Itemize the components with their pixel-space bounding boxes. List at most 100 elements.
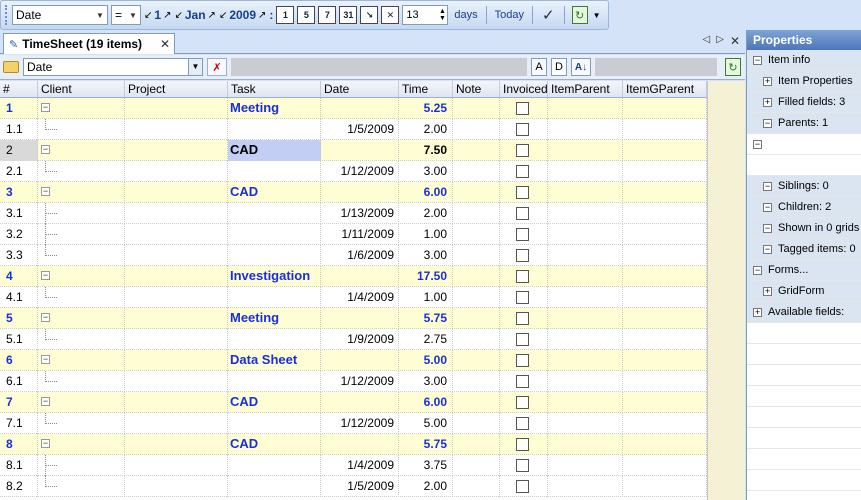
invoiced-cell[interactable]	[500, 476, 548, 497]
collapse-icon[interactable]: −	[41, 103, 50, 112]
filter-extra-field[interactable]	[595, 58, 717, 76]
range-7-days-button[interactable]: 7	[318, 6, 337, 24]
task-cell[interactable]: CAD	[228, 392, 321, 413]
task-cell[interactable]: Meeting	[228, 308, 321, 329]
year-stepper[interactable]: ↙ 2009 ↗	[219, 8, 266, 22]
date-cell[interactable]: 1/12/2009	[321, 371, 399, 392]
time-cell[interactable]: 3.00	[399, 371, 453, 392]
collapse-icon[interactable]: −	[763, 118, 772, 128]
num-cell[interactable]: 5.1	[0, 329, 38, 350]
note-cell[interactable]	[453, 329, 500, 350]
client-cell[interactable]	[38, 413, 125, 434]
num-cell[interactable]: 7	[0, 392, 38, 413]
task-cell[interactable]	[228, 371, 321, 392]
itemgparent-cell[interactable]	[623, 203, 707, 224]
table-row[interactable]: 2.1 1/12/2009 3.00	[0, 161, 707, 182]
table-row[interactable]: 8− CAD 5.75	[0, 434, 707, 455]
task-cell[interactable]	[228, 203, 321, 224]
task-cell[interactable]	[228, 455, 321, 476]
itemgparent-cell[interactable]	[623, 140, 707, 161]
invoiced-checkbox[interactable]	[516, 249, 529, 262]
apply-checkmark-icon[interactable]: ✓	[538, 6, 559, 24]
invoiced-checkbox[interactable]	[516, 375, 529, 388]
itemgparent-cell[interactable]	[623, 413, 707, 434]
note-cell[interactable]	[453, 371, 500, 392]
itemgparent-cell[interactable]	[623, 266, 707, 287]
client-cell[interactable]	[38, 224, 125, 245]
invoiced-cell[interactable]	[500, 161, 548, 182]
itemparent-cell[interactable]	[548, 434, 623, 455]
num-cell[interactable]: 8.2	[0, 476, 38, 497]
table-row[interactable]: 8.1 1/4/2009 3.75	[0, 455, 707, 476]
collapse-icon[interactable]: −	[41, 187, 50, 196]
close-icon[interactable]: ✕	[730, 34, 740, 48]
itemgparent-cell[interactable]	[623, 98, 707, 119]
project-cell[interactable]	[125, 455, 228, 476]
day-stepper[interactable]: ↙ 1 ↗	[144, 8, 171, 22]
note-cell[interactable]	[453, 392, 500, 413]
collapse-icon[interactable]: −	[41, 145, 50, 154]
itemparent-cell[interactable]	[548, 455, 623, 476]
operator-combo[interactable]: = ▼	[111, 5, 141, 25]
date-cell[interactable]	[321, 350, 399, 371]
today-button[interactable]: Today	[492, 9, 527, 21]
client-cell[interactable]	[38, 371, 125, 392]
project-cell[interactable]	[125, 98, 228, 119]
table-row[interactable]: 3.2 1/11/2009 1.00	[0, 224, 707, 245]
num-cell[interactable]: 4	[0, 266, 38, 287]
col-date[interactable]: Date	[321, 81, 399, 97]
itemgparent-cell[interactable]	[623, 455, 707, 476]
invoiced-checkbox[interactable]	[516, 417, 529, 430]
invoiced-cell[interactable]	[500, 413, 548, 434]
time-cell[interactable]: 3.75	[399, 455, 453, 476]
collapse-icon[interactable]: −	[41, 271, 50, 280]
col-time[interactable]: Time	[399, 81, 453, 97]
note-cell[interactable]	[453, 308, 500, 329]
range-1-day-button[interactable]: 1	[276, 6, 295, 24]
table-row[interactable]: 5.1 1/9/2009 2.75	[0, 329, 707, 350]
table-row[interactable]: 7.1 1/12/2009 5.00	[0, 413, 707, 434]
task-cell[interactable]	[228, 119, 321, 140]
client-cell[interactable]: −	[38, 140, 125, 161]
expand-icon[interactable]: +	[763, 76, 772, 86]
tab-scroll-right-icon[interactable]: ▷	[716, 34, 724, 48]
property-item[interactable]: − Siblings: 0	[747, 176, 861, 197]
task-cell[interactable]	[228, 245, 321, 266]
time-cell[interactable]: 5.75	[399, 308, 453, 329]
itemparent-cell[interactable]	[548, 203, 623, 224]
table-row[interactable]: 4.1 1/4/2009 1.00	[0, 287, 707, 308]
toolbar-grip[interactable]	[5, 5, 8, 25]
itemgparent-cell[interactable]	[623, 161, 707, 182]
property-item[interactable]: + Available fields:	[747, 302, 861, 323]
invoiced-checkbox[interactable]	[516, 291, 529, 304]
note-cell[interactable]	[453, 119, 500, 140]
task-cell[interactable]: Meeting	[228, 98, 321, 119]
task-cell[interactable]: CAD	[228, 434, 321, 455]
property-item[interactable]: −	[747, 134, 861, 155]
col-client[interactable]: Client	[38, 81, 125, 97]
date-cell[interactable]	[321, 392, 399, 413]
sort-descending-button[interactable]: D	[551, 58, 567, 76]
task-cell[interactable]: Investigation	[228, 266, 321, 287]
invoiced-cell[interactable]	[500, 434, 548, 455]
num-cell[interactable]: 2	[0, 140, 38, 161]
note-cell[interactable]	[453, 413, 500, 434]
time-cell[interactable]: 3.00	[399, 161, 453, 182]
invoiced-checkbox[interactable]	[516, 123, 529, 136]
collapse-icon[interactable]: −	[41, 439, 50, 448]
num-cell[interactable]: 6	[0, 350, 38, 371]
folder-icon[interactable]	[3, 61, 19, 73]
time-cell[interactable]: 1.00	[399, 287, 453, 308]
client-cell[interactable]: −	[38, 266, 125, 287]
itemgparent-cell[interactable]	[623, 224, 707, 245]
itemgparent-cell[interactable]	[623, 119, 707, 140]
num-cell[interactable]: 8	[0, 434, 38, 455]
property-item[interactable]: + Item Properties	[747, 71, 861, 92]
note-cell[interactable]	[453, 98, 500, 119]
date-cell[interactable]: 1/12/2009	[321, 413, 399, 434]
close-tab-icon[interactable]: ✕	[160, 37, 170, 51]
itemparent-cell[interactable]	[548, 245, 623, 266]
property-item[interactable]	[747, 155, 861, 176]
range-clear-button[interactable]: ✕	[381, 6, 400, 24]
invoiced-checkbox[interactable]	[516, 438, 529, 451]
